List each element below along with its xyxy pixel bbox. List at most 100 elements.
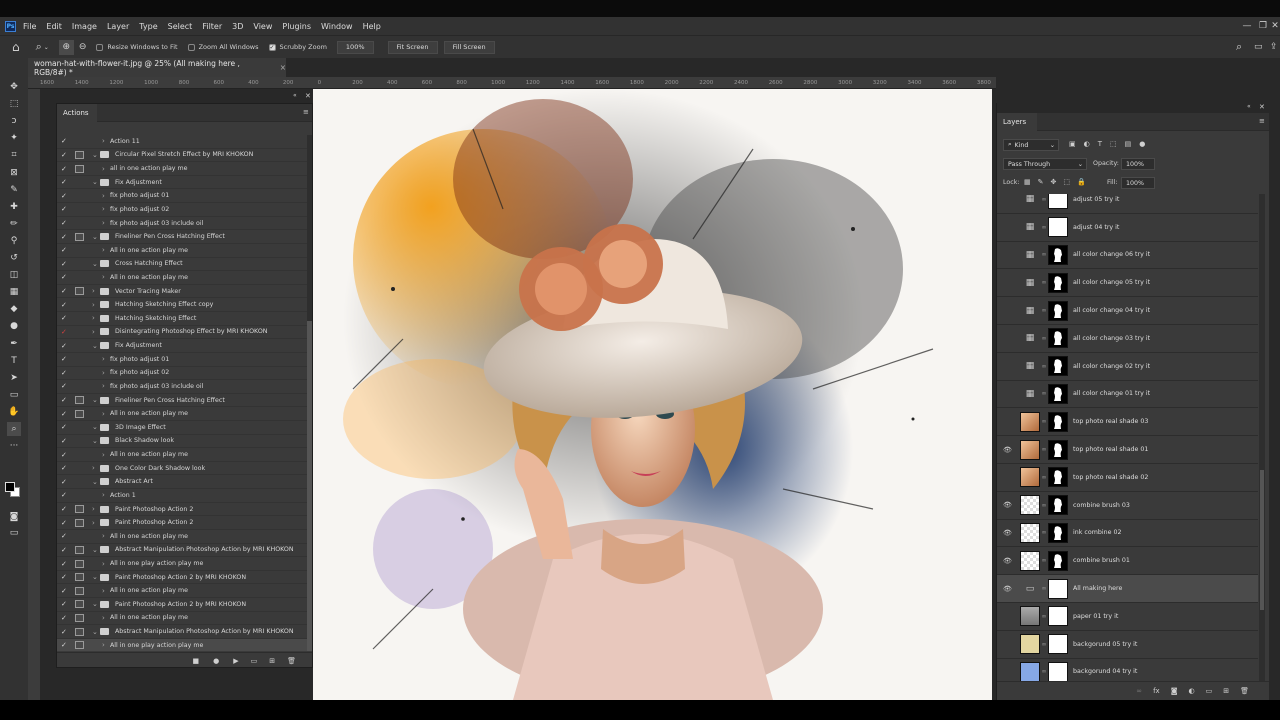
layers-scrollbar[interactable] — [1259, 194, 1265, 681]
zoom-out-icon[interactable]: ⊖ — [79, 42, 87, 52]
smartobject-filter-icon[interactable]: ▤ — [1125, 140, 1132, 148]
layer-row[interactable]: ▦ ∞ all color change 06 try it — [997, 242, 1258, 270]
menu-file[interactable]: File — [23, 22, 36, 31]
chevron-right-icon[interactable]: › — [102, 369, 110, 377]
dialog-toggle-icon[interactable] — [75, 164, 84, 173]
dialog-toggle-icon[interactable] — [75, 260, 84, 268]
action-row[interactable]: ✓ ⌄ Fix Adjustment — [57, 176, 307, 190]
action-row[interactable]: ✓ ⌄ Abstract Manipulation Photoshop Action… — [57, 544, 307, 558]
kind-filter-select[interactable]: ⌕ Kind ⌄ — [1003, 139, 1059, 151]
lock-all-icon[interactable]: 🔒 — [1077, 178, 1086, 186]
toggle-item-icon[interactable]: ✓ — [61, 546, 71, 554]
toggle-item-off-icon[interactable]: ✓ — [61, 328, 71, 336]
action-row[interactable]: ✓ › fix photo adjust 01 — [57, 189, 307, 204]
workspace-icon[interactable]: ▭ — [1254, 42, 1263, 52]
action-row[interactable]: ✓ ⌄ Fineliner Pen Cross Hatching Effect — [57, 230, 307, 244]
collapse-layers-icon[interactable]: « — [1247, 103, 1251, 110]
action-row[interactable]: ✓ ⌄ Fineliner Pen Cross Hatching Effect — [57, 394, 307, 408]
chevron-right-icon[interactable]: › — [102, 192, 110, 200]
layer-mask-thumbnail[interactable] — [1048, 300, 1068, 321]
toggle-item-icon[interactable]: ✓ — [61, 437, 71, 445]
layer-row[interactable]: ▦ ∞ all color change 04 try it — [997, 297, 1258, 325]
layer-mask-thumbnail[interactable] — [1048, 356, 1068, 377]
brush-tool-icon[interactable]: ✏ — [7, 217, 21, 231]
layer-mask-thumbnail[interactable] — [1048, 244, 1068, 265]
link-layers-icon[interactable]: ∞ — [1136, 687, 1142, 695]
blend-mode-select[interactable]: Pass Through ⌄ — [1003, 158, 1087, 170]
delete-layer-icon[interactable]: 🗑 — [1240, 687, 1249, 695]
menu-filter[interactable]: Filter — [202, 22, 222, 31]
adjustment-layer-icon[interactable]: ▦ — [1020, 272, 1040, 293]
mask-link-icon[interactable]: ∞ — [1040, 585, 1048, 592]
chevron-right-icon[interactable]: › — [102, 532, 110, 540]
action-row[interactable]: ✓ › Hatching Sketching Effect — [57, 312, 307, 326]
menu-3d[interactable]: 3D — [232, 22, 243, 31]
filter-toggle-icon[interactable]: ● — [1139, 140, 1145, 148]
lasso-tool-icon[interactable]: ↄ — [7, 114, 21, 128]
layer-thumbnail[interactable] — [1020, 495, 1040, 516]
layer-thumbnail[interactable] — [1020, 467, 1040, 488]
action-row[interactable]: ✓ › All in one action play me — [57, 584, 307, 599]
layer-row[interactable]: ∞ backgorund 05 try it — [997, 631, 1258, 659]
group-folder-icon[interactable]: ▭ — [1020, 579, 1040, 599]
dialog-toggle-icon[interactable] — [75, 342, 84, 350]
layer-row[interactable]: 👁 ∞ combine brush 03 — [997, 492, 1258, 520]
zoom-tool-icon[interactable]: ⌕ — [36, 40, 42, 54]
action-row[interactable]: ✓ › all in one action play me — [57, 162, 307, 176]
dialog-toggle-icon[interactable] — [75, 219, 84, 227]
toggle-item-icon[interactable]: ✓ — [61, 382, 71, 390]
dialog-toggle-icon[interactable] — [75, 613, 84, 622]
visibility-eye-icon[interactable]: 👁 — [1003, 501, 1017, 509]
mask-link-icon[interactable]: ∞ — [1040, 251, 1048, 258]
chevron-down-icon[interactable]: ⌄ — [92, 628, 100, 636]
chevron-down-icon[interactable]: ⌄ — [92, 423, 100, 431]
chevron-right-icon[interactable]: › — [102, 451, 110, 459]
layer-mask-thumbnail[interactable] — [1048, 634, 1068, 655]
adjustment-filter-icon[interactable]: ◐ — [1084, 140, 1090, 148]
type-filter-icon[interactable]: T — [1098, 140, 1102, 148]
chevron-down-icon[interactable]: ⌄ — [92, 260, 100, 268]
new-layer-icon[interactable]: ⊞ — [1223, 687, 1229, 695]
menu-view[interactable]: View — [253, 22, 272, 31]
chevron-right-icon[interactable]: › — [92, 505, 100, 513]
dialog-toggle-icon[interactable] — [75, 409, 84, 418]
mask-link-icon[interactable]: ∞ — [1040, 474, 1048, 481]
toggle-item-icon[interactable]: ✓ — [61, 355, 71, 363]
toggle-item-icon[interactable]: ✓ — [61, 287, 71, 295]
dialog-toggle-icon[interactable] — [75, 273, 84, 281]
layers-scroll-thumb[interactable] — [1260, 470, 1264, 610]
chevron-right-icon[interactable]: › — [102, 560, 110, 568]
lock-position-icon[interactable]: ✥ — [1051, 178, 1057, 186]
dialog-toggle-icon[interactable] — [75, 505, 84, 514]
action-row[interactable]: ✓ ⌄ Paint Photoshop Action 2 by MRI KHOKON — [57, 598, 307, 612]
dialog-toggle-icon[interactable] — [75, 559, 84, 568]
action-row[interactable]: ✓ › Paint Photoshop Action 2 — [57, 516, 307, 530]
layer-row[interactable]: ▦ ∞ all color change 02 try it — [997, 353, 1258, 381]
frame-tool-icon[interactable]: ⊠ — [7, 166, 21, 180]
action-row[interactable]: ✓ ⌄ 3D Image Effect — [57, 421, 307, 435]
layer-row[interactable]: ∞ top photo real shade 02 — [997, 464, 1258, 492]
toggle-item-icon[interactable]: ✓ — [61, 219, 71, 227]
action-row[interactable]: ✓ › All in one action play me — [57, 612, 307, 626]
dialog-toggle-icon[interactable] — [75, 586, 84, 595]
dialog-toggle-icon[interactable] — [75, 287, 84, 296]
menu-layer[interactable]: Layer — [107, 22, 129, 31]
visibility-eye-icon[interactable]: 👁 — [1003, 446, 1017, 454]
close-icon[interactable]: ✕ — [1264, 17, 1280, 35]
chevron-right-icon[interactable]: › — [102, 165, 110, 173]
layer-mask-thumbnail[interactable] — [1048, 578, 1068, 599]
dialog-toggle-icon[interactable] — [75, 382, 84, 390]
mask-link-icon[interactable]: ∞ — [1040, 446, 1048, 453]
layer-mask-thumbnail[interactable] — [1048, 411, 1068, 432]
marquee-tool-icon[interactable]: ⬚ — [7, 97, 21, 111]
chevron-down-icon[interactable]: ⌄ — [92, 573, 100, 581]
action-row[interactable]: ✓ ⌄ Fix Adjustment — [57, 339, 307, 353]
close-tab-icon[interactable]: × — [280, 63, 286, 72]
layer-mask-thumbnail[interactable] — [1048, 383, 1068, 404]
actions-scroll-thumb[interactable] — [307, 321, 312, 651]
dialog-toggle-icon[interactable] — [75, 437, 84, 445]
toggle-item-icon[interactable]: ✓ — [61, 192, 71, 200]
adjustment-layer-icon[interactable]: ▦ — [1020, 356, 1040, 377]
chevron-down-icon[interactable]: ⌄ — [44, 44, 49, 51]
action-row[interactable]: ✓ ⌄ Abstract Manipulation Photoshop Action… — [57, 625, 307, 639]
